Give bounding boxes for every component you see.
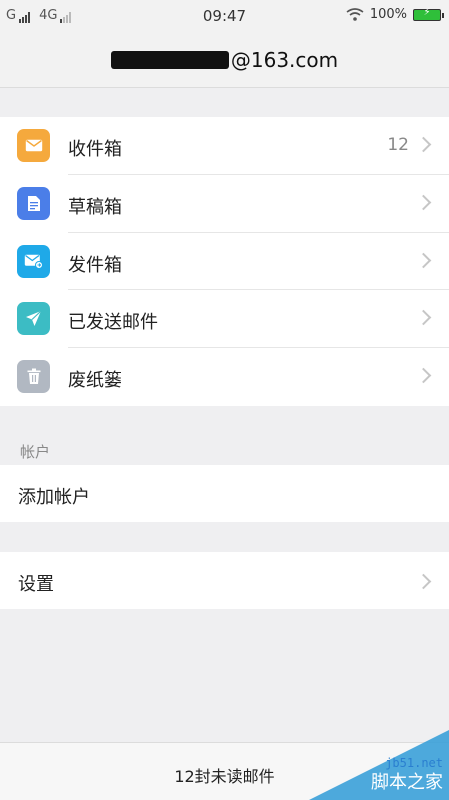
chevron-right-icon (415, 573, 432, 590)
inbox-icon (17, 129, 50, 162)
mailbox-label: 收件箱 (68, 139, 122, 160)
chevron-right-icon (415, 367, 432, 384)
settings-label: 设置 (18, 574, 54, 595)
account-email: @163.com (0, 48, 449, 72)
mailbox-trash[interactable]: 废纸篓 (0, 348, 449, 406)
battery-icon: ⚡ (413, 7, 444, 21)
status-bar: G 4G 09:47 100% ⚡ (0, 0, 449, 32)
settings-row[interactable]: 设置 (0, 552, 449, 609)
account-header: @163.com (0, 32, 449, 88)
email-domain: @163.com (230, 48, 339, 72)
chevron-right-icon (415, 136, 432, 153)
wifi-icon (346, 8, 364, 21)
chevron-right-icon (415, 252, 432, 268)
trash-icon (17, 360, 50, 394)
mailbox-label: 发件箱 (68, 254, 122, 276)
mailbox-inbox[interactable]: 收件箱 12 (0, 117, 449, 175)
add-account-label: 添加帐户 (18, 487, 90, 508)
mailbox-label: 已发送邮件 (68, 312, 158, 334)
unread-count: 12 (387, 135, 409, 155)
mailbox-label: 草稿箱 (68, 196, 122, 218)
status-right: 100% ⚡ (346, 7, 444, 22)
redacted-username (110, 51, 229, 69)
mailbox-label: 废纸篓 (68, 370, 122, 392)
mailbox-drafts[interactable]: 草稿箱 (0, 175, 449, 233)
battery-percent: 100% (369, 7, 407, 22)
mailbox-list: 收件箱 12 草稿箱 发件箱 已发送邮件 废纸篓 (0, 117, 449, 406)
outbox-icon (17, 244, 50, 278)
chevron-right-icon (415, 194, 432, 211)
account-section-header: 帐户 (20, 443, 51, 461)
mailbox-outbox[interactable]: 发件箱 (0, 233, 449, 291)
site-watermark: jb51.net 脚本之家 (309, 730, 449, 800)
chevron-right-icon (415, 310, 432, 326)
mailbox-sent[interactable]: 已发送邮件 (0, 290, 449, 349)
watermark-name: 脚本之家 (371, 772, 443, 793)
sent-icon (17, 302, 50, 336)
draft-icon (17, 186, 50, 220)
add-account-row[interactable]: 添加帐户 (0, 465, 449, 522)
